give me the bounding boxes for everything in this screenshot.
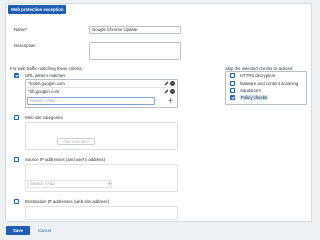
add-icon[interactable]: + xyxy=(167,97,174,105)
search-placeholder: Search / Add xyxy=(30,181,55,186)
edit-pencil-icon[interactable] xyxy=(164,81,169,86)
skip-item-label: Malware and content scanning xyxy=(240,81,299,86)
cancel-link[interactable]: Cancel xyxy=(38,226,51,235)
required-marker: * xyxy=(25,27,28,32)
skip-sandstorm-checkbox[interactable] xyxy=(230,88,235,93)
url-pattern-label: URL pattern matches xyxy=(25,73,66,78)
destination-ip-checkbox[interactable] xyxy=(14,199,19,204)
web-categories-checkbox[interactable] xyxy=(14,115,19,120)
destination-ip-list xyxy=(25,206,178,220)
criteria-label: For web traffic matching these criteria: xyxy=(10,66,83,71)
description-label: Description xyxy=(14,43,36,48)
skip-https-decryption-checkbox[interactable] xyxy=(230,73,235,78)
list-item: ^dl\.google\.com xyxy=(28,89,60,94)
remove-icon[interactable]: − xyxy=(170,81,175,86)
url-pattern-checkbox[interactable] xyxy=(14,73,19,78)
skip-item-label: HTTPS decryption xyxy=(240,73,276,78)
name-input[interactable]: Google Chrome Update xyxy=(89,26,181,34)
skip-malware-scanning-checkbox[interactable] xyxy=(230,81,235,86)
row-divider xyxy=(26,87,177,88)
description-textarea[interactable] xyxy=(89,42,181,60)
destination-ip-label: Destination IP addresses (web site addre… xyxy=(25,199,109,204)
scrollbar[interactable] xyxy=(311,3,312,222)
skip-policy-checks-checkbox[interactable] xyxy=(230,95,235,100)
web-categories-label: Web site categories xyxy=(25,115,63,120)
page-title: Web protection exception xyxy=(8,5,67,14)
source-ip-search-input[interactable]: Search / Add xyxy=(27,180,112,188)
policy-checks-text: Policy checks xyxy=(240,95,269,100)
list-item: ^tools\.google\.com xyxy=(28,81,65,86)
name-label: Name* xyxy=(14,27,28,32)
search-placeholder: Search / Add xyxy=(30,98,55,103)
skip-item-label: Policy checks xyxy=(240,95,269,100)
web-categories-list xyxy=(25,122,178,150)
source-ip-label: Source IP addresses (and user's address) xyxy=(25,157,106,162)
save-button[interactable]: Save xyxy=(6,226,30,235)
add-icon[interactable]: + xyxy=(106,180,113,188)
skip-item-label: Sandstorm xyxy=(240,88,261,93)
remove-icon[interactable]: − xyxy=(170,89,175,94)
name-input-value: Google Chrome Update xyxy=(92,27,138,32)
edit-pencil-icon[interactable] xyxy=(164,89,169,94)
source-ip-checkbox[interactable] xyxy=(14,157,19,162)
add-new-item-button[interactable]: Add new item xyxy=(57,138,95,145)
url-pattern-search-input[interactable]: Search / Add xyxy=(27,97,155,105)
